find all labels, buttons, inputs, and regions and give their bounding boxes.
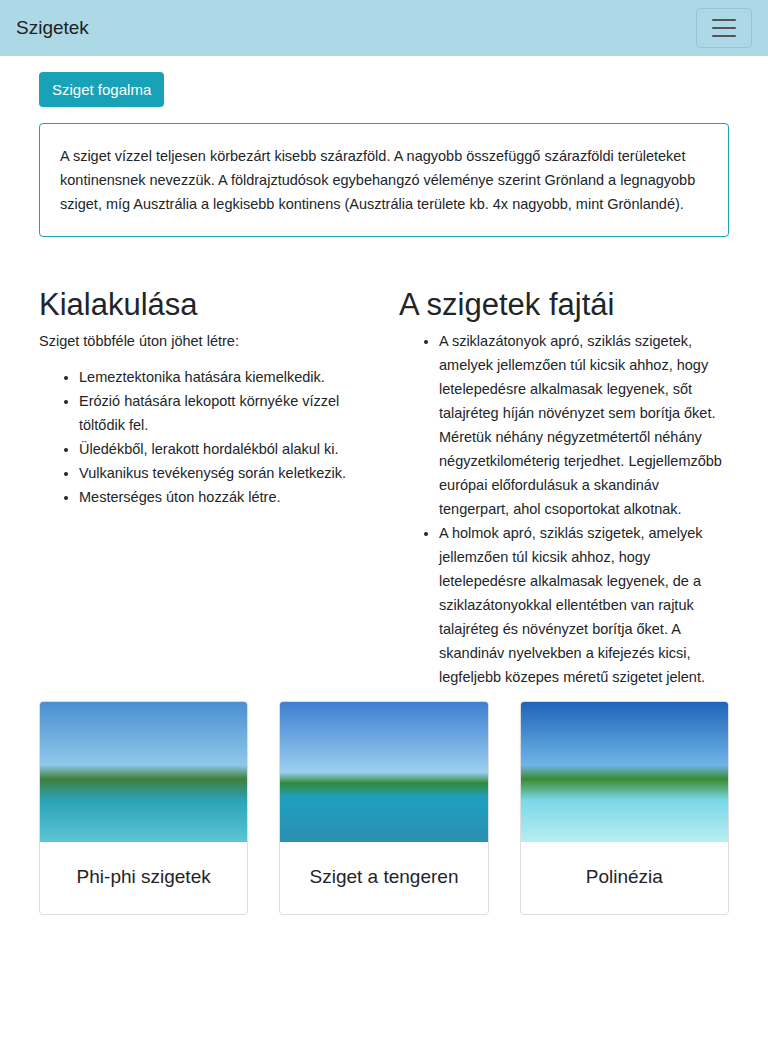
navbar: Szigetek	[0, 0, 768, 56]
definition-text: A sziget vízzel teljesen körbezárt kiseb…	[60, 144, 708, 216]
island-photo	[40, 702, 247, 842]
definition-card: A sziget vízzel teljesen körbezárt kiseb…	[39, 123, 729, 237]
info-row: Kialakulása Sziget többféle úton jöhet lé…	[39, 287, 729, 689]
island-card[interactable]: Polinézia	[520, 701, 729, 915]
formation-item: Üledékből, lerakott hordalékból alakul k…	[79, 437, 369, 461]
types-section: A szigetek fajtái A sziklazátonyok apró, …	[399, 287, 729, 689]
formation-section: Kialakulása Sziget többféle úton jöhet lé…	[39, 287, 369, 689]
formation-item: Vulkanikus tevékenység során keletkezik.	[79, 461, 369, 485]
formation-list: Lemeztektonika hatására kiemelkedik.Eróz…	[39, 365, 369, 509]
island-card[interactable]: Phi-phi szigetek	[39, 701, 248, 915]
content: Sziget fogalma A sziget vízzel teljesen k…	[39, 56, 729, 915]
card-title: Polinézia	[521, 842, 728, 914]
formation-item: Erózió hatására lekopott környéke vízzel…	[79, 389, 369, 437]
island-card[interactable]: Sziget a tengeren	[279, 701, 488, 915]
brand[interactable]: Szigetek	[16, 17, 89, 39]
types-list: A sziklazátonyok apró, sziklás szigetek,…	[399, 329, 729, 689]
formation-item: Lemeztektonika hatására kiemelkedik.	[79, 365, 369, 389]
types-item: A sziklazátonyok apró, sziklás szigetek,…	[439, 329, 729, 521]
formation-intro: Sziget többféle úton jöhet létre:	[39, 329, 369, 353]
island-photo	[521, 702, 728, 842]
formation-title: Kialakulása	[39, 287, 369, 323]
menu-toggle-button[interactable]	[696, 8, 752, 48]
card-row: Phi-phi szigetek Sziget a tengeren Polinéz…	[39, 701, 729, 915]
hamburger-icon	[709, 13, 739, 43]
page: Szigetek Sziget fogalma A sziget vízzel te…	[0, 0, 768, 915]
formation-item: Mesterséges úton hozzák létre.	[79, 485, 369, 509]
types-item: A holmok apró, sziklás szigetek, amelyek…	[439, 521, 729, 689]
card-title: Sziget a tengeren	[280, 842, 487, 914]
card-title: Phi-phi szigetek	[40, 842, 247, 914]
island-photo	[280, 702, 487, 842]
definition-button[interactable]: Sziget fogalma	[39, 72, 164, 107]
types-title: A szigetek fajtái	[399, 287, 729, 323]
